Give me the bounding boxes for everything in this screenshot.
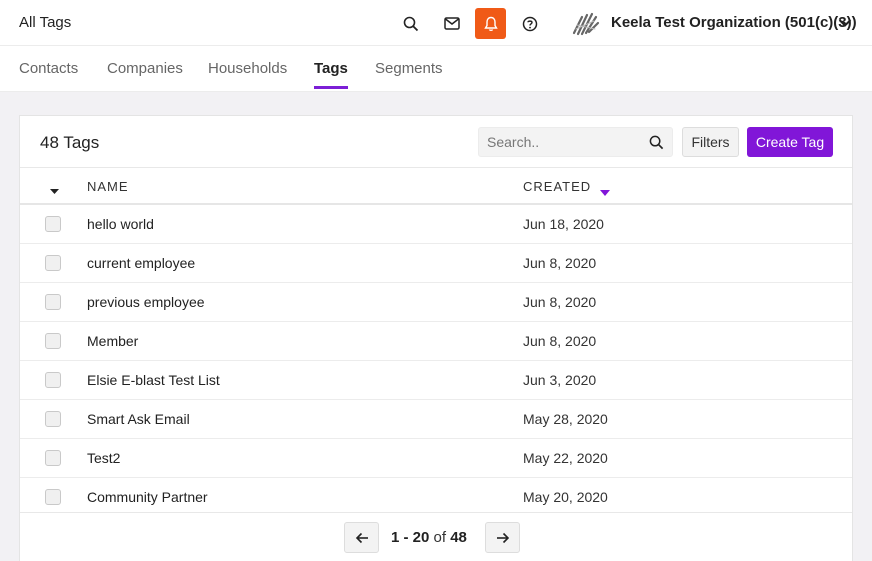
tag-name[interactable]: current employee bbox=[87, 255, 195, 271]
row-checkbox[interactable] bbox=[45, 489, 61, 505]
row-checkbox[interactable] bbox=[45, 372, 61, 388]
table-row[interactable]: Test2 May 22, 2020 bbox=[20, 439, 852, 478]
table-row[interactable]: Elsie E-blast Test List Jun 3, 2020 bbox=[20, 361, 852, 400]
tab-segments[interactable]: Segments bbox=[375, 60, 443, 89]
tag-created-date: May 22, 2020 bbox=[523, 450, 608, 466]
tag-created-date: Jun 8, 2020 bbox=[523, 255, 597, 271]
top-bar: All Tags Keela Test Organization (501(c)… bbox=[0, 0, 872, 46]
page-range: 1 - 20 bbox=[391, 529, 430, 546]
filters-button[interactable]: Filters bbox=[682, 127, 739, 157]
page-title: All Tags bbox=[19, 14, 72, 31]
tab-tags[interactable]: Tags bbox=[314, 60, 348, 89]
table-row[interactable]: hello world Jun 18, 2020 bbox=[20, 205, 852, 244]
organization-logo bbox=[570, 9, 600, 37]
tag-created-date: Jun 3, 2020 bbox=[523, 372, 597, 388]
search-box bbox=[478, 127, 673, 157]
tab-companies[interactable]: Companies bbox=[107, 60, 183, 89]
next-page-button[interactable] bbox=[485, 522, 520, 553]
search-icon[interactable] bbox=[395, 8, 426, 39]
tag-created-date: Jun 18, 2020 bbox=[523, 216, 604, 232]
card-header: 48 Tags Filters Create Tag bbox=[20, 116, 852, 168]
row-checkbox[interactable] bbox=[45, 294, 61, 310]
nav-tabs: Contacts Companies Households Tags Segme… bbox=[0, 46, 872, 92]
row-checkbox[interactable] bbox=[45, 450, 61, 466]
tag-name[interactable]: Member bbox=[87, 333, 138, 349]
create-tag-button[interactable]: Create Tag bbox=[747, 127, 833, 157]
tab-contacts[interactable]: Contacts bbox=[19, 60, 78, 89]
sort-descending-icon[interactable] bbox=[600, 183, 610, 201]
page-of-label: of bbox=[433, 529, 447, 546]
arrow-left-icon bbox=[355, 532, 368, 543]
pagination: 1 - 20 of 48 bbox=[20, 512, 852, 561]
tag-created-date: Jun 8, 2020 bbox=[523, 294, 597, 310]
table-row[interactable]: previous employee Jun 8, 2020 bbox=[20, 283, 852, 322]
row-checkbox[interactable] bbox=[45, 333, 61, 349]
search-icon[interactable] bbox=[649, 135, 664, 155]
column-header-name[interactable]: NAME bbox=[87, 179, 129, 194]
arrow-right-icon bbox=[496, 532, 509, 543]
table-row[interactable]: Member Jun 8, 2020 bbox=[20, 322, 852, 361]
tab-households[interactable]: Households bbox=[208, 60, 287, 89]
tag-name[interactable]: hello world bbox=[87, 216, 154, 232]
table-row[interactable]: current employee Jun 8, 2020 bbox=[20, 244, 852, 283]
tag-name[interactable]: Smart Ask Email bbox=[87, 411, 190, 427]
table-body: hello world Jun 18, 2020 current employe… bbox=[20, 205, 852, 517]
mail-icon[interactable] bbox=[436, 8, 467, 39]
page-total: 48 bbox=[450, 529, 467, 546]
bell-icon[interactable] bbox=[475, 8, 506, 39]
help-icon[interactable] bbox=[514, 8, 545, 39]
table-header: NAME CREATED bbox=[20, 168, 852, 205]
tag-name[interactable]: Elsie E-blast Test List bbox=[87, 372, 220, 388]
tags-card: 48 Tags Filters Create Tag NAME CREATED … bbox=[19, 115, 853, 561]
organization-name[interactable]: Keela Test Organization (501(c)(3)) bbox=[611, 14, 857, 31]
chevron-down-icon[interactable] bbox=[838, 15, 852, 33]
previous-page-button[interactable] bbox=[344, 522, 379, 553]
row-checkbox[interactable] bbox=[45, 411, 61, 427]
tag-created-date: Jun 8, 2020 bbox=[523, 333, 597, 349]
page-indicator: 1 - 20 of 48 bbox=[391, 529, 467, 546]
column-header-created[interactable]: CREATED bbox=[523, 179, 591, 194]
tag-created-date: May 20, 2020 bbox=[523, 489, 608, 505]
row-checkbox[interactable] bbox=[45, 216, 61, 232]
row-checkbox[interactable] bbox=[45, 255, 61, 271]
tag-created-date: May 28, 2020 bbox=[523, 411, 608, 427]
tag-name[interactable]: previous employee bbox=[87, 294, 205, 310]
select-menu-caret-icon[interactable] bbox=[50, 182, 59, 200]
search-input[interactable] bbox=[479, 128, 644, 156]
tag-count: 48 Tags bbox=[40, 133, 100, 152]
table-row[interactable]: Smart Ask Email May 28, 2020 bbox=[20, 400, 852, 439]
tag-name[interactable]: Test2 bbox=[87, 450, 120, 466]
tag-name[interactable]: Community Partner bbox=[87, 489, 208, 505]
